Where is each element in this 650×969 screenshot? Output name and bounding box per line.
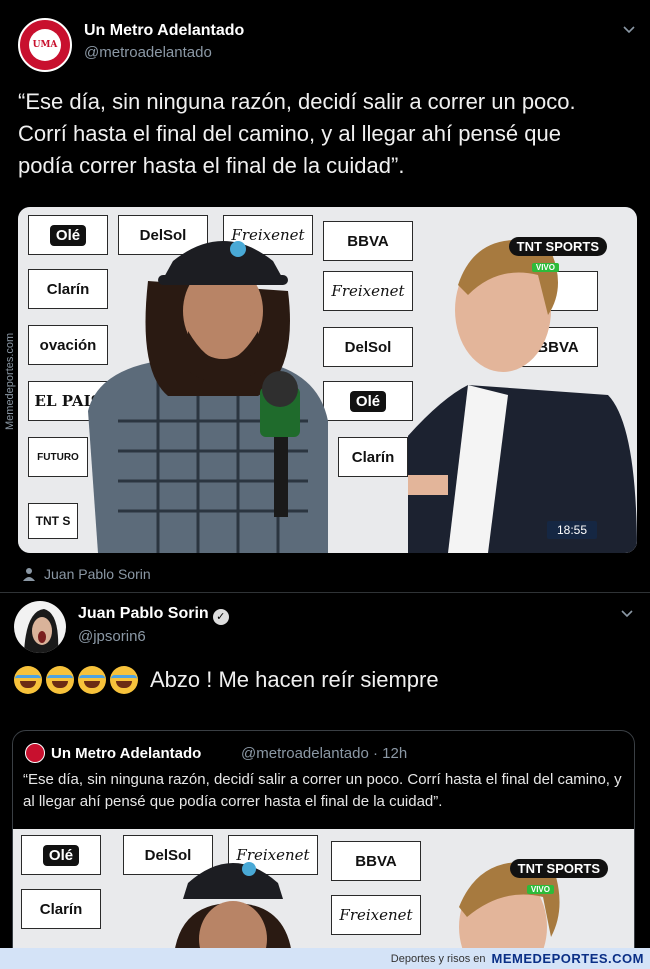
footer-tagline: Deportes y risos en	[390, 952, 486, 965]
tweet-author-name[interactable]: Un Metro Adelantado	[84, 22, 244, 40]
sponsor-logo-clarin: Clarín	[21, 889, 101, 929]
retweet-attribution[interactable]: Juan Pablo Sorin	[22, 566, 151, 582]
quoted-tweet-card[interactable]: Un Metro Adelantado @metroadelantado · 1…	[12, 730, 635, 969]
tweet-author-handle[interactable]: @metroadelantado	[84, 44, 212, 61]
quoted-avatar	[25, 743, 45, 763]
quoted-author-handle: @metroadelantado · 12h	[241, 745, 408, 762]
tweet-media-photo[interactable]: Olé DelSol Freixenet BBVA Clarín Freixen…	[18, 207, 637, 553]
sponsor-logo-bbva: BBVA	[331, 841, 421, 881]
watermark-text: Memedeportes.com	[4, 332, 16, 430]
verified-badge-icon: ✓	[212, 609, 229, 625]
quoted-author-name: Un Metro Adelantado	[51, 745, 202, 762]
tweet-text: “Ese día, sin ninguna razón, decidí sali…	[18, 89, 576, 178]
vivo-badge: VIVO	[531, 263, 559, 272]
site-footer: Deportes y risos en MEMEDEPORTES.COM	[0, 948, 650, 969]
uma-avatar[interactable]: UMA	[18, 18, 72, 72]
tweet2-text-row: Abzo ! Me hacen reír siempre	[14, 666, 439, 694]
tweet2-author-row[interactable]: Juan Pablo Sorin ✓	[78, 605, 229, 625]
tears-of-joy-icon	[14, 666, 42, 694]
vivo-badge-small: VIVO	[526, 885, 554, 894]
microphone-icon	[260, 371, 300, 517]
interviewer-figure	[408, 240, 637, 553]
tweet-divider	[0, 592, 650, 593]
broadcast-time: 18:55	[546, 521, 597, 539]
tweet-main: UMA Un Metro Adelantado @metroadelantado…	[0, 0, 650, 592]
footer-site[interactable]: MEMEDEPORTES.COM	[492, 951, 644, 966]
uma-avatar-logo: UMA	[29, 29, 61, 61]
jp-sorin-avatar[interactable]	[14, 601, 66, 653]
person-icon	[23, 568, 35, 581]
chevron-down-icon[interactable]	[620, 606, 634, 622]
tnt-sports-badge-small: TNT SPORTS	[509, 859, 608, 878]
tnt-sports-badge: TNT SPORTS	[508, 237, 607, 256]
tears-of-joy-icon	[46, 666, 74, 694]
sponsor-logo-ole: Olé	[21, 835, 101, 875]
sponsor-logo-freixenet-2: Freixenet	[331, 895, 421, 935]
chevron-down-icon[interactable]	[622, 22, 636, 38]
tears-of-joy-icon	[110, 666, 138, 694]
tweet2-author-handle[interactable]: @jpsorin6	[78, 628, 146, 645]
quoted-text: “Ese día, sin ninguna razón, decidí sali…	[23, 771, 622, 810]
tweet2-text: Abzo ! Me hacen reír siempre	[150, 667, 439, 692]
tears-of-joy-icon	[78, 666, 106, 694]
sponsor-logo-clarin-2: Clarín	[338, 437, 408, 477]
retweeted-by-name: Juan Pablo Sorin	[44, 566, 151, 582]
tweet2-author-name: Juan Pablo Sorin	[78, 605, 209, 622]
